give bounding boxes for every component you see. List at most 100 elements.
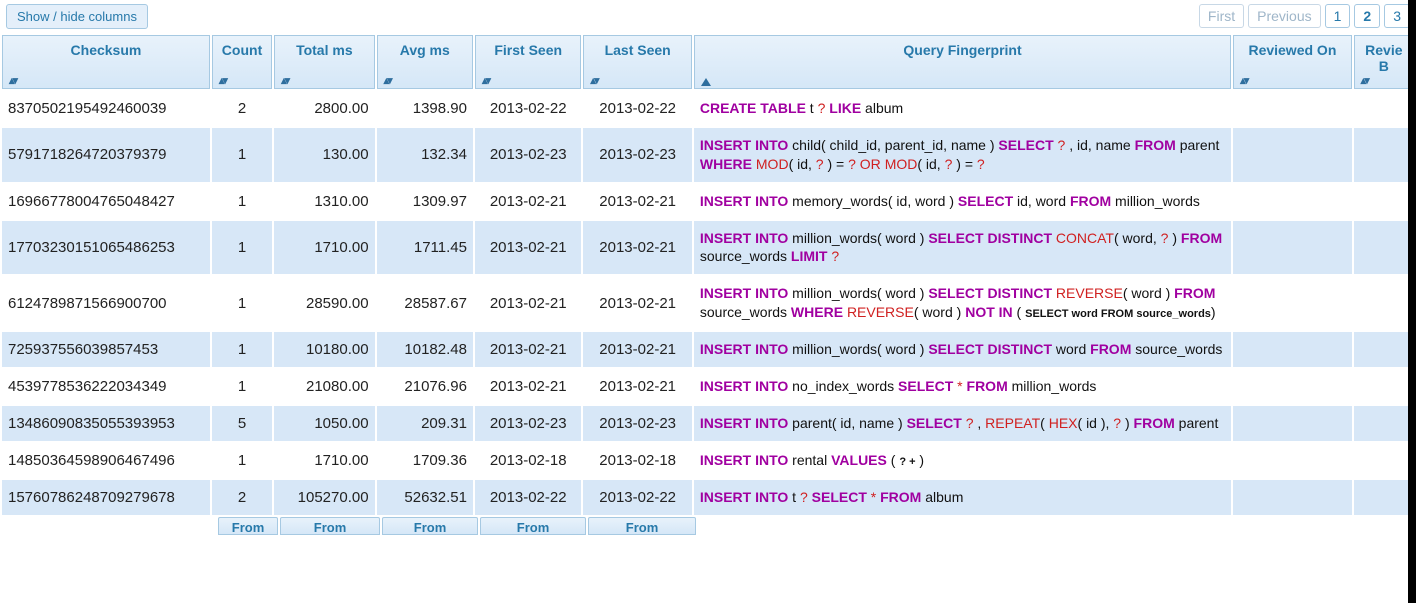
- pager-3[interactable]: 3: [1384, 4, 1410, 28]
- cell-avg: 209.31: [377, 406, 473, 441]
- cell-checksum: 14850364598906467496: [2, 443, 210, 478]
- table-row[interactable]: 4539778536222034349121080.0021076.962013…: [2, 369, 1414, 404]
- cell-total: 28590.00: [274, 276, 374, 330]
- cell-total: 1710.00: [274, 221, 374, 275]
- cell-first: 2013-02-21: [475, 184, 581, 219]
- table-row[interactable]: 1696677800476504842711310.001309.972013-…: [2, 184, 1414, 219]
- col-header-label: Avg ms: [382, 42, 468, 70]
- cell-avg: 1711.45: [377, 221, 473, 275]
- cell-checksum: 8370502195492460039: [2, 91, 210, 126]
- cell-checksum: 6124789871566900700: [2, 276, 210, 330]
- column-filter-stub[interactable]: From: [218, 517, 278, 535]
- table-row[interactable]: 57917182647203793791130.00132.342013-02-…: [2, 128, 1414, 182]
- cell-fp: INSERT INTO parent( id, name ) SELECT ? …: [694, 406, 1231, 441]
- cell-first: 2013-02-21: [475, 221, 581, 275]
- cell-rev_by: [1354, 91, 1414, 126]
- cell-rev_on: [1233, 406, 1352, 441]
- cell-last: 2013-02-22: [583, 91, 691, 126]
- cell-count: 1: [212, 128, 272, 182]
- sort-toggle-icon[interactable]: ▴▾: [384, 74, 391, 87]
- pager: FirstPrevious123: [1199, 4, 1410, 28]
- cell-rev_on: [1233, 332, 1352, 367]
- column-filter-stub[interactable]: From: [480, 517, 586, 535]
- col-header-label: Checksum: [7, 42, 205, 70]
- cell-rev_on: [1233, 184, 1352, 219]
- col-header-rev_on[interactable]: Reviewed On ▴▾: [1233, 35, 1352, 89]
- table-row[interactable]: 1485036459890646749611710.001709.362013-…: [2, 443, 1414, 478]
- cell-rev_by: [1354, 443, 1414, 478]
- cell-last: 2013-02-21: [583, 369, 691, 404]
- cell-checksum: 16966778004765048427: [2, 184, 210, 219]
- table-row[interactable]: 6124789871566900700128590.0028587.672013…: [2, 276, 1414, 330]
- col-header-label: Query Fingerprint: [699, 42, 1226, 70]
- table-header-row: Checksum▴▾Count▴▾Total ms▴▾Avg ms▴▾First…: [2, 35, 1414, 89]
- cell-total: 2800.00: [274, 91, 374, 126]
- col-header-label: First Seen: [480, 42, 576, 70]
- sort-toggle-icon[interactable]: ▴▾: [219, 74, 226, 87]
- show-hide-columns-button[interactable]: Show / hide columns: [6, 4, 148, 29]
- sort-toggle-icon[interactable]: ▴▾: [590, 74, 597, 87]
- cell-fp: INSERT INTO t ? SELECT * FROM album: [694, 480, 1231, 515]
- cell-rev_on: [1233, 221, 1352, 275]
- sort-toggle-icon[interactable]: ▴▾: [1240, 74, 1247, 87]
- col-header-label: Total ms: [279, 42, 369, 70]
- cell-rev_on: [1233, 480, 1352, 515]
- cell-checksum: 725937556039857453: [2, 332, 210, 367]
- cell-count: 2: [212, 480, 272, 515]
- cell-avg: 1709.36: [377, 443, 473, 478]
- table-row[interactable]: 1770323015106548625311710.001711.452013-…: [2, 221, 1414, 275]
- cell-rev_on: [1233, 443, 1352, 478]
- cell-total: 1310.00: [274, 184, 374, 219]
- sort-asc-icon: [701, 78, 711, 86]
- sort-toggle-icon[interactable]: ▴▾: [9, 74, 16, 87]
- column-filter-stub[interactable]: From: [588, 517, 696, 535]
- column-filter-stub[interactable]: From: [280, 517, 380, 535]
- sort-toggle-icon[interactable]: ▴▾: [1361, 74, 1368, 87]
- col-header-checksum[interactable]: Checksum ▴▾: [2, 35, 210, 89]
- column-filter-stub[interactable]: From: [382, 517, 478, 535]
- cell-fp: INSERT INTO million_words( word ) SELECT…: [694, 332, 1231, 367]
- col-header-last[interactable]: Last Seen▴▾: [583, 35, 691, 89]
- cell-first: 2013-02-23: [475, 406, 581, 441]
- cell-fp: INSERT INTO child( child_id, parent_id, …: [694, 128, 1231, 182]
- cell-checksum: 17703230151065486253: [2, 221, 210, 275]
- cell-last: 2013-02-22: [583, 480, 691, 515]
- col-header-first[interactable]: First Seen ▴▾: [475, 35, 581, 89]
- pager-2[interactable]: 2: [1354, 4, 1380, 28]
- cell-fp: INSERT INTO rental VALUES ( ? + ): [694, 443, 1231, 478]
- cell-last: 2013-02-21: [583, 221, 691, 275]
- cell-total: 130.00: [274, 128, 374, 182]
- table-row[interactable]: 1348609083505539395351050.00209.312013-0…: [2, 406, 1414, 441]
- cell-first: 2013-02-21: [475, 276, 581, 330]
- cell-avg: 132.34: [377, 128, 473, 182]
- pager-1[interactable]: 1: [1325, 4, 1351, 28]
- table-row[interactable]: 725937556039857453110180.0010182.482013-…: [2, 332, 1414, 367]
- sort-toggle-icon[interactable]: ▴▾: [281, 74, 288, 87]
- cell-fp: INSERT INTO no_index_words SELECT * FROM…: [694, 369, 1231, 404]
- cell-avg: 1398.90: [377, 91, 473, 126]
- cell-last: 2013-02-21: [583, 184, 691, 219]
- table-row[interactable]: 157607862487092796782105270.0052632.5120…: [2, 480, 1414, 515]
- cell-count: 1: [212, 184, 272, 219]
- cell-rev_by: [1354, 221, 1414, 275]
- col-header-count[interactable]: Count ▴▾: [212, 35, 272, 89]
- cell-count: 1: [212, 332, 272, 367]
- sort-toggle-icon[interactable]: ▴▾: [482, 74, 489, 87]
- col-header-rev_by[interactable]: Revie B▴▾: [1354, 35, 1414, 89]
- cell-total: 1050.00: [274, 406, 374, 441]
- cell-first: 2013-02-21: [475, 332, 581, 367]
- cell-checksum: 13486090835055393953: [2, 406, 210, 441]
- col-header-label: Count: [217, 42, 267, 70]
- cell-first: 2013-02-22: [475, 480, 581, 515]
- col-header-total[interactable]: Total ms ▴▾: [274, 35, 374, 89]
- col-header-fp[interactable]: Query Fingerprint: [694, 35, 1231, 89]
- col-header-label: Reviewed On: [1238, 42, 1347, 70]
- cell-last: 2013-02-21: [583, 332, 691, 367]
- cell-last: 2013-02-21: [583, 276, 691, 330]
- cell-avg: 52632.51: [377, 480, 473, 515]
- cell-rev_by: [1354, 184, 1414, 219]
- col-header-avg[interactable]: Avg ms ▴▾: [377, 35, 473, 89]
- table-row[interactable]: 837050219549246003922800.001398.902013-0…: [2, 91, 1414, 126]
- footer-filter-stubs: FromFromFromFromFrom: [0, 517, 1416, 535]
- cell-checksum: 5791718264720379379: [2, 128, 210, 182]
